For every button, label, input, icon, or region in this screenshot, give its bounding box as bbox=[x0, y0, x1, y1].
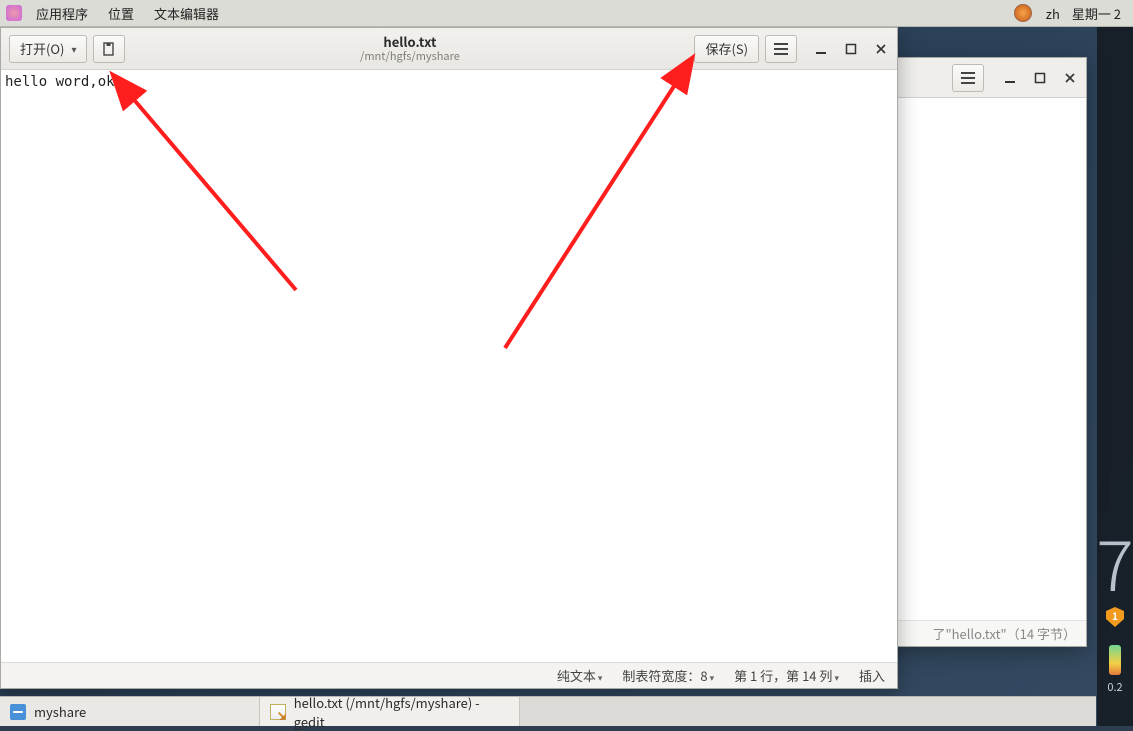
gedit-icon bbox=[270, 704, 286, 720]
status-insert-mode: 插入 bbox=[859, 666, 885, 685]
title-area: hello.txt /mnt/hgfs/myshare bbox=[125, 34, 694, 63]
taskbar-item-myshare[interactable]: myshare bbox=[0, 697, 260, 726]
cpu-gauge-value: 0.2 bbox=[1107, 679, 1122, 695]
statusbar: 纯文本 制表符宽度：8 第 1 行，第 14 列 插入 bbox=[1, 662, 897, 688]
tray-ime[interactable]: zh bbox=[1040, 4, 1066, 23]
document-icon bbox=[102, 42, 116, 56]
hamburger-button[interactable] bbox=[765, 35, 797, 63]
system-menubar: 应用程序 位置 文本编辑器 zh 星期一 2 bbox=[0, 0, 1133, 27]
cpu-gauge bbox=[1109, 645, 1121, 675]
dashboard-sidebar: 7 0.2 bbox=[1097, 27, 1133, 726]
distro-icon bbox=[6, 5, 22, 21]
save-button-label: 保存(S) bbox=[705, 39, 748, 58]
menu-icon bbox=[774, 43, 788, 55]
save-button[interactable]: 保存(S) bbox=[694, 35, 759, 63]
close-button[interactable] bbox=[873, 41, 889, 57]
menu-icon bbox=[961, 72, 975, 84]
new-document-button[interactable] bbox=[93, 35, 125, 63]
menu-applications[interactable]: 应用程序 bbox=[26, 4, 98, 23]
maximize-button[interactable] bbox=[843, 41, 859, 57]
tray-update-icon[interactable] bbox=[1014, 4, 1032, 22]
tray-date[interactable]: 星期一 2 bbox=[1066, 4, 1127, 23]
titlebar[interactable]: 打开(O) hello.txt /mnt/hgfs/myshare 保存(S) bbox=[1, 28, 897, 70]
status-language[interactable]: 纯文本 bbox=[557, 666, 603, 685]
close-button[interactable] bbox=[1062, 70, 1078, 86]
minimize-button[interactable] bbox=[813, 41, 829, 57]
menu-places[interactable]: 位置 bbox=[98, 4, 144, 23]
taskbar-item-gedit[interactable]: hello.txt (/mnt/hgfs/myshare) - gedit bbox=[260, 697, 520, 726]
open-button[interactable]: 打开(O) bbox=[9, 35, 87, 63]
window-subtitle: /mnt/hgfs/myshare bbox=[125, 50, 694, 63]
minimize-button[interactable] bbox=[1002, 70, 1018, 86]
status-tab-width[interactable]: 制表符宽度：8 bbox=[622, 666, 714, 685]
clock-digit: 7 bbox=[1096, 527, 1133, 597]
status-message: 了"hello.txt"（14 字节） bbox=[932, 624, 1076, 643]
shield-icon[interactable] bbox=[1106, 607, 1124, 627]
taskbar: myshare hello.txt (/mnt/hgfs/myshare) - … bbox=[0, 696, 1096, 726]
open-button-label: 打开(O) bbox=[20, 39, 64, 58]
taskbar-item-label: hello.txt (/mnt/hgfs/myshare) - gedit bbox=[294, 693, 509, 731]
hamburger-button[interactable] bbox=[952, 64, 984, 92]
maximize-button[interactable] bbox=[1032, 70, 1048, 86]
gedit-window[interactable]: 打开(O) hello.txt /mnt/hgfs/myshare 保存(S) bbox=[0, 27, 898, 689]
text-editor-area[interactable]: hello word,ok bbox=[1, 70, 897, 662]
taskbar-item-label: myshare bbox=[34, 702, 86, 721]
menu-text-editor[interactable]: 文本编辑器 bbox=[144, 4, 229, 23]
status-cursor-position[interactable]: 第 1 行，第 14 列 bbox=[734, 666, 839, 685]
folder-icon bbox=[10, 704, 26, 720]
